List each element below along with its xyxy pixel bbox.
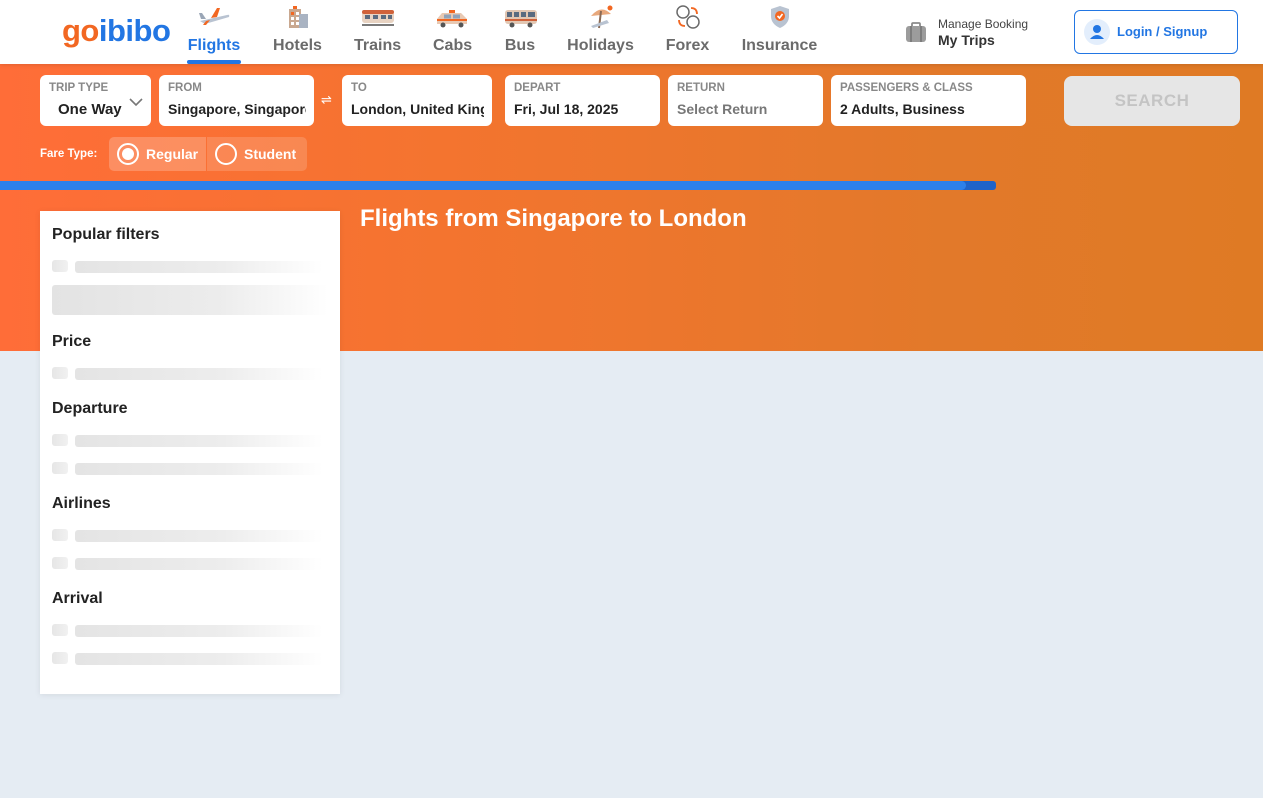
trip-type-select[interactable]: TRIP TYPE One Way — [40, 75, 151, 126]
depart-date-field[interactable]: DEPART Fri, Jul 18, 2025 — [505, 75, 660, 126]
nav-holidays[interactable]: Holidays — [567, 4, 634, 64]
skeleton-line — [75, 368, 323, 380]
fare-type-label: Fare Type: — [40, 148, 98, 160]
nav-hotels-label: Hotels — [273, 37, 322, 54]
swap-icon[interactable]: ⇌ — [321, 92, 332, 108]
return-value: Select Return — [677, 101, 768, 117]
nav-flights[interactable]: Flights — [187, 4, 241, 64]
holidays-icon — [590, 5, 612, 29]
skeleton-line — [75, 261, 323, 273]
train-icon — [361, 10, 394, 26]
manage-booking-label: Manage Booking — [938, 17, 1029, 31]
passengers-class-value: 2 Adults, Business — [840, 101, 965, 117]
logo-ibibo-text: ibibo — [98, 13, 171, 48]
to-value: London, United Kingdom — [351, 101, 484, 117]
nav-trains[interactable]: Trains — [354, 4, 401, 64]
nav-forex-label: Forex — [665, 37, 710, 54]
to-label: TO — [351, 82, 367, 94]
airlines-heading: Airlines — [52, 495, 111, 512]
price-heading: Price — [52, 333, 92, 350]
page-title: Flights from Singapore to London — [360, 205, 747, 232]
login-signup-button[interactable]: Login / Signup — [1074, 10, 1238, 54]
trip-type-label: TRIP TYPE — [49, 82, 109, 94]
hotel-icon — [288, 6, 308, 28]
nav-cabs-label: Cabs — [433, 37, 473, 54]
nav-hotels[interactable]: Hotels — [272, 4, 323, 64]
goibibo-logo[interactable]: goibibo — [62, 13, 171, 49]
to-field[interactable]: TO London, United Kingdom — [342, 75, 492, 126]
skeleton-checkbox — [52, 624, 68, 636]
skeleton-line — [75, 435, 323, 447]
return-date-field[interactable]: RETURN Select Return — [668, 75, 823, 126]
skeleton-block — [52, 285, 328, 315]
nav-bus[interactable]: Bus — [504, 4, 537, 64]
return-label: RETURN — [677, 82, 725, 94]
skeleton-line — [75, 558, 323, 570]
nav-insurance-label: Insurance — [741, 37, 818, 54]
skeleton-checkbox — [52, 529, 68, 541]
user-icon — [1084, 19, 1110, 45]
nav-insurance[interactable]: Insurance — [740, 4, 819, 64]
top-header: goibibo Flights Hotels Trains Cabs Bus H… — [0, 0, 1263, 64]
chevron-down-icon — [129, 98, 143, 107]
radio-unselected-icon — [215, 143, 237, 165]
nav-forex[interactable]: Forex — [665, 4, 710, 64]
search-button[interactable]: SEARCH — [1064, 76, 1240, 126]
from-value: Singapore, Singapore — [168, 101, 306, 117]
nav-bus-label: Bus — [504, 37, 536, 54]
login-signup-label: Login / Signup — [1117, 24, 1208, 39]
popular-filters-heading: Popular filters — [52, 226, 160, 243]
arrival-heading: Arrival — [52, 590, 103, 607]
loading-progress-fill — [0, 181, 967, 190]
skeleton-line — [75, 625, 323, 637]
fare-student-label: Student — [244, 146, 297, 162]
radio-selected-icon — [117, 143, 139, 165]
forex-icon — [675, 5, 700, 29]
from-label: FROM — [168, 82, 202, 94]
cab-icon — [437, 10, 467, 28]
loading-progress-bar — [0, 181, 996, 190]
depart-label: DEPART — [514, 82, 561, 94]
briefcase-icon — [906, 22, 926, 42]
nav-cabs[interactable]: Cabs — [433, 4, 473, 64]
skeleton-checkbox — [52, 652, 68, 664]
skeleton-checkbox — [52, 260, 68, 272]
insurance-shield-icon — [770, 6, 789, 28]
logo-go-text: go — [62, 13, 99, 48]
fare-type-student-option[interactable]: Student — [207, 137, 307, 171]
depart-value: Fri, Jul 18, 2025 — [514, 101, 619, 117]
passengers-class-label: PASSENGERS & CLASS — [840, 82, 973, 94]
skeleton-checkbox — [52, 462, 68, 474]
my-trips-label: My Trips — [938, 32, 995, 48]
departure-heading: Departure — [52, 400, 128, 417]
fare-regular-label: Regular — [146, 146, 199, 162]
active-tab-underline — [187, 60, 241, 64]
skeleton-checkbox — [52, 557, 68, 569]
skeleton-line — [75, 463, 323, 475]
nav-trains-label: Trains — [354, 37, 402, 54]
skeleton-line — [75, 530, 323, 542]
from-field[interactable]: FROM Singapore, Singapore — [159, 75, 314, 126]
plane-icon — [199, 8, 230, 25]
passengers-class-field[interactable]: PASSENGERS & CLASS 2 Adults, Business — [831, 75, 1026, 126]
bus-icon — [505, 10, 537, 28]
fare-type-regular-option[interactable]: Regular — [109, 137, 206, 171]
filters-sidebar: Popular filters Price Departure Airlines… — [40, 211, 340, 694]
skeleton-checkbox — [52, 434, 68, 446]
nav-flights-label: Flights — [187, 37, 241, 54]
nav-holidays-label: Holidays — [567, 37, 634, 54]
skeleton-checkbox — [52, 367, 68, 379]
skeleton-line — [75, 653, 323, 665]
